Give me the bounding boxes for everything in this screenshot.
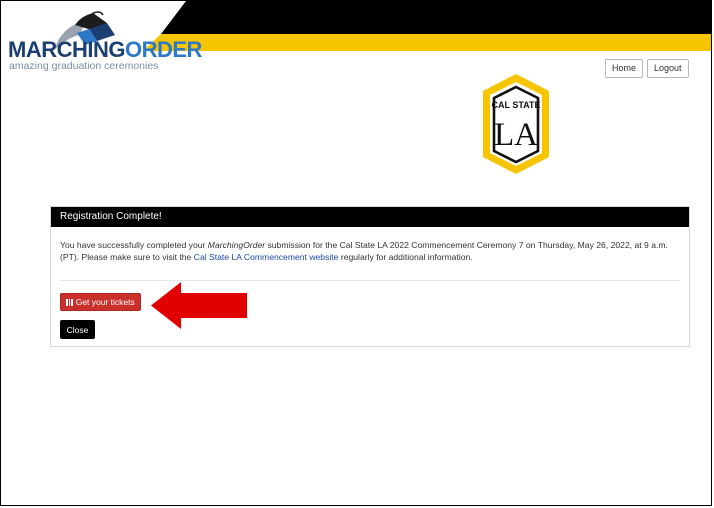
logout-button[interactable]: Logout — [647, 59, 689, 78]
brand-name-marching: MARCHING — [8, 37, 126, 62]
message-product-name: MarchingOrder — [207, 240, 266, 250]
page: MARCHINGORDER amazing graduation ceremon… — [0, 0, 712, 506]
cal-state-logo-line2: LA — [494, 117, 538, 153]
home-button[interactable]: Home — [605, 59, 644, 78]
close-button[interactable]: Close — [60, 320, 95, 339]
registration-complete-panel: Registration Complete! You have successf… — [50, 206, 690, 347]
cal-state-la-logo: CAL STATE LA — [483, 74, 549, 174]
message-text-1: You have successfully completed your — [60, 240, 208, 250]
top-nav: Home Logout — [605, 59, 689, 78]
ticket-icon — [66, 298, 73, 306]
brand-tagline: amazing graduation ceremonies — [9, 60, 159, 72]
get-tickets-button[interactable]: Get your tickets — [60, 293, 141, 311]
panel-divider — [60, 280, 680, 281]
cal-state-logo-line1: CAL STATE — [492, 100, 541, 110]
brand-name-order: ORDER — [125, 37, 202, 62]
message-text-3: regularly for additional information. — [338, 252, 473, 262]
arrow-left-icon — [151, 282, 247, 329]
panel-title: Registration Complete! — [51, 207, 689, 227]
commencement-website-link[interactable]: Cal State LA Commencement website — [194, 252, 339, 262]
get-tickets-label: Get your tickets — [75, 297, 135, 307]
panel-message: You have successfully completed your Mar… — [51, 227, 689, 263]
brand-logo-text[interactable]: MARCHINGORDER — [8, 39, 202, 61]
